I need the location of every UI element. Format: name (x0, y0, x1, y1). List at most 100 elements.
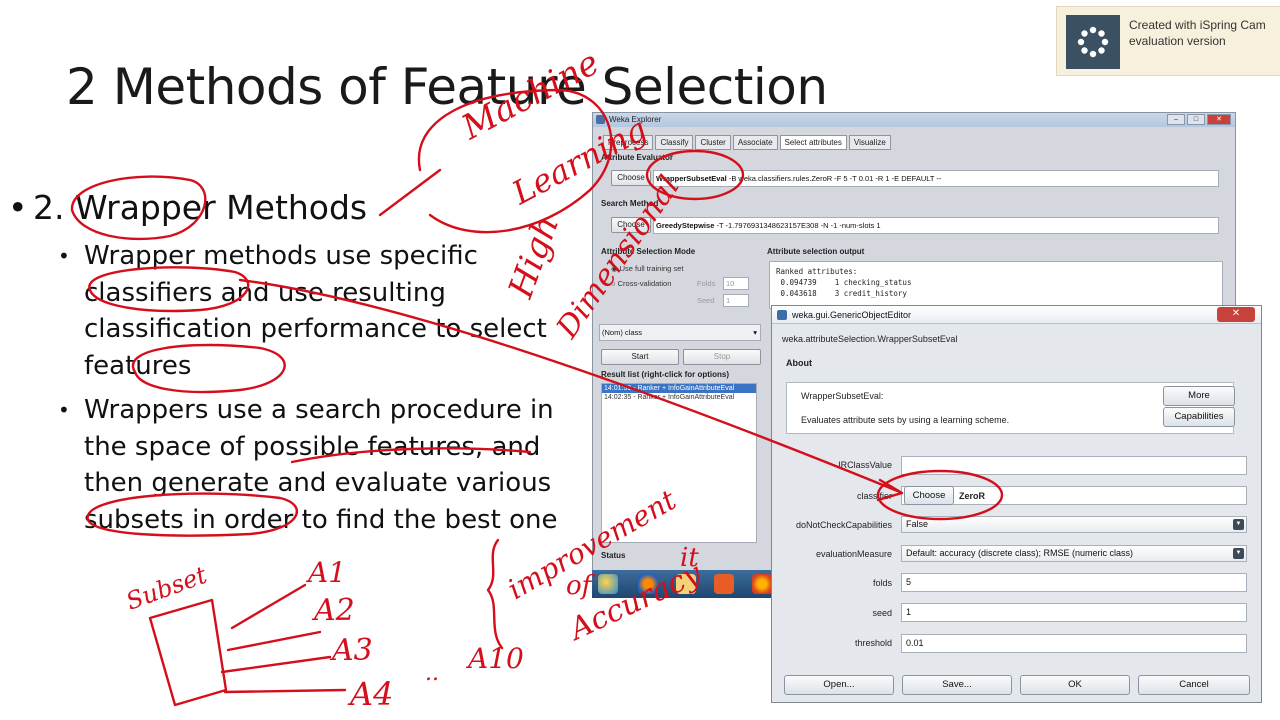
irclassvalue-label: IRClassValue (838, 460, 892, 470)
window-controls: – □ ✕ (1167, 114, 1231, 125)
mode-full-text: Use full training set (619, 264, 684, 273)
watermark-line-1: Created with iSpring Cam (1129, 18, 1266, 32)
close-button[interactable]: ✕ (1207, 114, 1231, 125)
class-select-value: (Nom) class (602, 328, 643, 337)
watermark-text: Created with iSpring Cam evaluation vers… (1129, 17, 1266, 49)
output-line-2: 0.094739 1 checking_status (776, 278, 912, 287)
evaluator-choose-button[interactable]: Choose (611, 170, 651, 186)
ink-subset: Subset (122, 561, 210, 616)
folds-field-input[interactable]: 5 (901, 573, 1247, 592)
weka-app-icon (596, 115, 605, 124)
chevron-down-icon: ▼ (1233, 519, 1244, 530)
about-label: About (786, 358, 812, 368)
evaluation-measure-value: Default: accuracy (discrete class); RMSE… (906, 548, 1134, 558)
evaluation-measure-select[interactable]: Default: accuracy (discrete class); RMSE… (901, 545, 1247, 562)
mode-cv-text: Cross-validation (617, 279, 672, 288)
classifier-label: classifier (856, 491, 892, 501)
search-name: GreedyStepwise (656, 221, 715, 230)
seed-field-label: seed (872, 608, 892, 618)
watermark-badge: Created with iSpring Cam evaluation vers… (1056, 6, 1280, 76)
slide-title: 2 Methods of Feature Selection (66, 58, 828, 116)
classifier-value: ZeroR (959, 491, 986, 501)
goe-title: weka.gui.GenericObjectEditor (792, 310, 912, 320)
search-method-field[interactable]: GreedyStepwise -T -1.7976931348623157E30… (653, 217, 1219, 234)
tab-classify[interactable]: Classify (655, 135, 694, 150)
media-icon[interactable] (714, 574, 734, 594)
goe-app-icon (777, 310, 787, 320)
generic-object-editor: weka.gui.GenericObjectEditor ✕ weka.attr… (771, 305, 1262, 703)
stop-button[interactable]: Stop (683, 349, 761, 365)
start-button[interactable]: Start (601, 349, 679, 365)
ink-dots: .. (425, 661, 439, 686)
capabilities-button[interactable]: Capabilities (1163, 407, 1235, 427)
weka-tabs: Preprocess Classify Cluster Associate Se… (603, 135, 891, 150)
folds-input[interactable]: 10 (723, 277, 749, 290)
sub-bullet-2-text: Wrappers use a search procedure in the s… (84, 395, 558, 535)
goe-class-path: weka.attributeSelection.WrapperSubsetEva… (782, 334, 958, 344)
evaluator-name: WrapperSubsetEval (656, 174, 727, 183)
search-choose-button[interactable]: Choose (611, 217, 651, 233)
minimize-button[interactable]: – (1167, 114, 1185, 125)
ink-a4: A4 (347, 675, 393, 713)
status-label: Status (601, 551, 626, 560)
threshold-input[interactable]: 0.01 (901, 634, 1247, 653)
ink-line-a1 (230, 583, 307, 630)
irclassvalue-input[interactable] (901, 456, 1247, 475)
ispring-logo-icon (1066, 15, 1120, 69)
result-item-2[interactable]: 14:02:35 - Ranker + InfoGainAttributeEva… (602, 393, 756, 402)
donotcheck-value: False (906, 519, 929, 529)
ink-a3: A3 (329, 633, 373, 668)
bullet-list: • 2. Wrapper Methods • Wrapper methods use… (8, 186, 568, 538)
seed-label: Seed (697, 296, 715, 305)
about-desc: Evaluates attribute sets by using a lear… (801, 415, 1010, 425)
folder-icon[interactable] (676, 574, 696, 594)
output-label: Attribute selection output (767, 247, 865, 256)
weka-title: Weka Explorer (609, 115, 662, 124)
sub-bullet-2: • Wrappers use a search procedure in the … (58, 395, 558, 535)
class-select[interactable]: (Nom) class ▾ (599, 324, 761, 341)
ink-subset-box (148, 598, 228, 707)
result-item-1[interactable]: 14:01:59 - Ranker + InfoGainAttributeEva… (602, 384, 756, 393)
output-text: Ranked attributes: 0.094739 1 checking_s… (770, 262, 1222, 303)
tab-preprocess[interactable]: Preprocess (603, 135, 654, 150)
save-button[interactable]: Save... (902, 675, 1012, 695)
maximize-button[interactable]: □ (1187, 114, 1205, 125)
evaluator-field[interactable]: WrapperSubsetEval -B weka.classifiers.ru… (653, 170, 1219, 187)
firefox-icon[interactable] (752, 574, 772, 594)
dropdown-arrow-icon: ▾ (753, 328, 757, 337)
ink-a2: A2 (311, 593, 355, 628)
about-name: WrapperSubsetEval: (801, 391, 884, 401)
chevron-down-icon: ▼ (1233, 548, 1244, 559)
open-button[interactable]: Open... (784, 675, 894, 695)
search-args: -T -1.7976931348623157E308 -N -1 -num-sl… (716, 221, 881, 230)
tab-select-attributes[interactable]: Select attributes (779, 135, 847, 150)
result-list[interactable]: 14:01:59 - Ranker + InfoGainAttributeEva… (601, 383, 757, 543)
sub-bullet-1: • Wrapper methods use specific classifier… (58, 241, 547, 381)
result-list-label: Result list (right-click for options) (601, 370, 730, 379)
cancel-button[interactable]: Cancel (1138, 675, 1250, 695)
mode-full-radio[interactable]: ◉ Use full training set (611, 264, 683, 273)
more-button[interactable]: More (1163, 386, 1235, 406)
tab-associate[interactable]: Associate (732, 135, 778, 150)
seed-input[interactable]: 1 (723, 294, 749, 307)
donotcheck-select[interactable]: False ▼ (901, 516, 1247, 533)
output-panel: Ranked attributes: 0.094739 1 checking_s… (769, 261, 1223, 309)
seed-field-input[interactable]: 1 (901, 603, 1247, 622)
start-orb-icon[interactable] (598, 574, 618, 594)
ink-brace (486, 538, 504, 650)
mode-cv-radio[interactable]: ○ Cross-validation (611, 279, 671, 288)
weka-titlebar: Weka Explorer – □ ✕ (593, 113, 1235, 127)
ink-a1: A1 (305, 556, 346, 589)
tab-cluster[interactable]: Cluster (695, 135, 731, 150)
evaluator-args: -B weka.classifiers.rules.ZeroR -F 5 -T … (728, 174, 942, 183)
goe-close-button[interactable]: ✕ (1217, 307, 1255, 322)
browser-icon[interactable] (638, 574, 658, 594)
evaluation-measure-label: evaluationMeasure (815, 549, 892, 559)
ink-line-a3 (226, 630, 322, 652)
tab-visualize[interactable]: Visualize (848, 135, 891, 150)
classifier-choose-button[interactable]: Choose (904, 486, 954, 505)
output-line-1: Ranked attributes: (776, 267, 858, 276)
ok-button[interactable]: OK (1020, 675, 1130, 695)
goe-titlebar: weka.gui.GenericObjectEditor (772, 306, 1261, 324)
selection-mode-label: Attribute Selection Mode (601, 247, 696, 256)
